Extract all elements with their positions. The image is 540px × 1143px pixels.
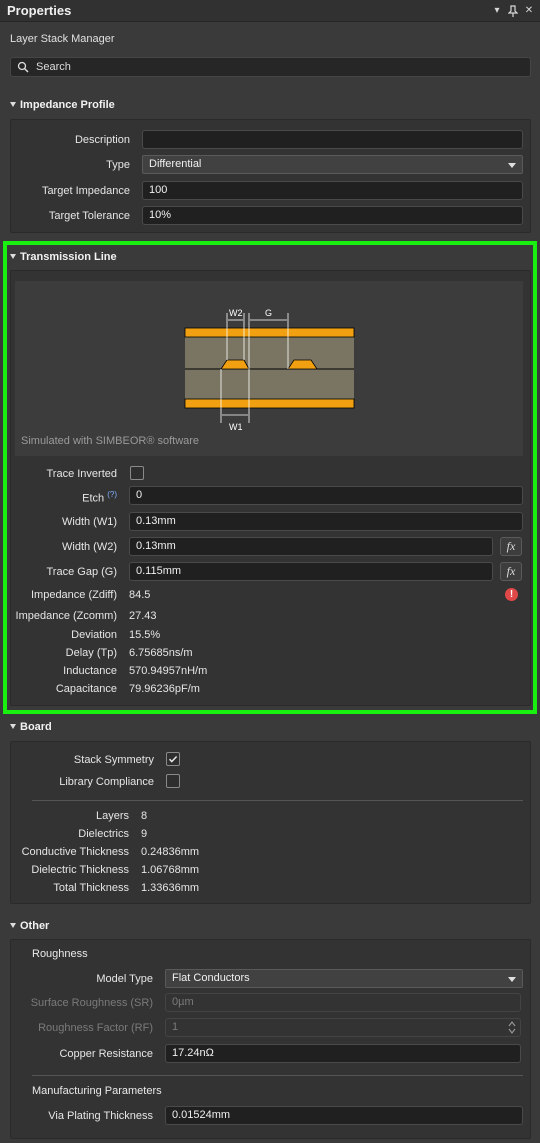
collapse-triangle-icon bbox=[10, 102, 16, 107]
close-icon[interactable]: ✕ bbox=[523, 5, 535, 17]
inductance-label: Inductance bbox=[63, 665, 117, 677]
surface-roughness-label: Surface Roughness (SR) bbox=[30, 997, 153, 1009]
chevron-down-icon bbox=[508, 977, 516, 982]
fx-button[interactable]: fx bbox=[500, 562, 522, 581]
manufacturing-subheader: Manufacturing Parameters bbox=[32, 1085, 162, 1097]
g-label: G bbox=[265, 308, 272, 318]
surface-roughness-field[interactable]: 0µm bbox=[165, 993, 521, 1012]
transmission-line-header[interactable]: Transmission Line bbox=[10, 251, 117, 263]
delay-value: 6.75685ns/m bbox=[129, 647, 193, 659]
description-field[interactable] bbox=[142, 130, 523, 149]
fx-button[interactable]: fx bbox=[500, 537, 522, 556]
type-select-value: Differential bbox=[149, 158, 202, 170]
capacitance-label: Capacitance bbox=[55, 683, 117, 695]
roughness-subheader: Roughness bbox=[32, 948, 88, 960]
roughness-factor-stepper[interactable]: 1 bbox=[165, 1018, 521, 1037]
delay-label: Delay (Tp) bbox=[65, 647, 117, 659]
w1-label: W1 bbox=[229, 422, 243, 432]
dielectrics-label: Dielectrics bbox=[78, 828, 129, 840]
deviation-label: Deviation bbox=[71, 629, 117, 641]
search-placeholder: Search bbox=[36, 61, 71, 73]
width-w1-field[interactable]: 0.13mm bbox=[129, 512, 523, 531]
layers-value: 8 bbox=[141, 810, 148, 822]
copper-resistance-label: Copper Resistance bbox=[59, 1048, 153, 1060]
deviation-value: 15.5% bbox=[129, 629, 161, 641]
help-icon[interactable]: (?) bbox=[107, 490, 117, 499]
dielectrics-value: 9 bbox=[141, 828, 148, 840]
dropdown-icon[interactable]: ▾ bbox=[491, 5, 503, 17]
via-plating-field[interactable]: 0.01524mm bbox=[165, 1106, 523, 1125]
search-icon bbox=[17, 61, 29, 73]
library-compliance-checkbox[interactable] bbox=[166, 774, 180, 788]
stackup-diagram: W2 G W1 Simulated with SIMBEOR® software bbox=[15, 281, 523, 456]
divider bbox=[32, 1075, 523, 1076]
width-w2-label: Width (W2) bbox=[62, 541, 117, 553]
conductive-thickness-value: 0.24836mm bbox=[141, 846, 200, 858]
width-w2-field[interactable]: 0.13mm bbox=[129, 537, 493, 556]
simbeor-caption: Simulated with SIMBEOR® software bbox=[21, 435, 200, 447]
collapse-triangle-icon bbox=[10, 254, 16, 259]
divider bbox=[32, 800, 523, 801]
target-tolerance-label: Target Tolerance bbox=[48, 210, 130, 222]
trace-inverted-label: Trace Inverted bbox=[46, 468, 117, 480]
other-title: Other bbox=[20, 920, 50, 932]
stepper-arrows-icon[interactable] bbox=[508, 1020, 516, 1035]
checkmark-icon bbox=[168, 755, 178, 763]
warning-icon[interactable]: ! bbox=[505, 588, 518, 601]
total-thickness-value: 1.33636mm bbox=[141, 882, 200, 894]
trace-gap-field[interactable]: 0.115mm bbox=[129, 562, 493, 581]
width-w1-label: Width (W1) bbox=[62, 516, 117, 528]
roughness-factor-label: Roughness Factor (RF) bbox=[38, 1022, 153, 1034]
w2-label: W2 bbox=[229, 308, 243, 318]
stack-symmetry-checkbox[interactable] bbox=[166, 752, 180, 766]
dielectric-thickness-label: Dielectric Thickness bbox=[31, 864, 129, 876]
document-name: Layer Stack Manager bbox=[10, 33, 115, 45]
search-input[interactable]: Search bbox=[10, 57, 531, 77]
zdiff-label: Impedance (Zdiff) bbox=[30, 589, 117, 601]
etch-label-text: Etch bbox=[82, 492, 105, 505]
stackup-diagram-svg: W2 G W1 bbox=[184, 308, 355, 432]
etch-label: Etch (?) bbox=[10, 490, 117, 505]
zcomm-label: Impedance (Zcomm) bbox=[15, 610, 117, 622]
other-header[interactable]: Other bbox=[10, 920, 49, 932]
target-impedance-label: Target Impedance bbox=[41, 185, 130, 197]
total-thickness-label: Total Thickness bbox=[53, 882, 129, 894]
zdiff-value: 84.5 bbox=[129, 589, 151, 601]
stack-symmetry-label: Stack Symmetry bbox=[73, 754, 154, 766]
via-plating-label: Via Plating Thickness bbox=[48, 1110, 153, 1122]
target-impedance-field[interactable]: 100 bbox=[142, 181, 523, 200]
model-type-label: Model Type bbox=[96, 973, 153, 985]
target-tolerance-field[interactable]: 10% bbox=[142, 206, 523, 225]
collapse-triangle-icon bbox=[10, 724, 16, 729]
trace-gap-label: Trace Gap (G) bbox=[46, 566, 118, 578]
layers-label: Layers bbox=[95, 810, 129, 822]
copper-resistance-field[interactable]: 17.24nΩ bbox=[165, 1044, 521, 1063]
roughness-factor-value: 1 bbox=[172, 1021, 179, 1033]
dielectric-thickness-value: 1.06768mm bbox=[141, 864, 200, 876]
transmission-line-title: Transmission Line bbox=[20, 251, 117, 263]
board-header[interactable]: Board bbox=[10, 721, 52, 733]
model-type-value: Flat Conductors bbox=[172, 972, 250, 984]
type-select[interactable]: Differential bbox=[142, 155, 523, 174]
conductive-thickness-label: Conductive Thickness bbox=[21, 846, 129, 858]
board-title: Board bbox=[20, 721, 52, 733]
etch-field[interactable]: 0 bbox=[129, 486, 523, 505]
impedance-profile-header[interactable]: Impedance Profile bbox=[10, 99, 115, 111]
library-compliance-label: Library Compliance bbox=[59, 776, 154, 788]
collapse-triangle-icon bbox=[10, 923, 16, 928]
panel-title: Properties bbox=[7, 3, 72, 18]
panel-titlebar: Properties ▾ ✕ bbox=[0, 0, 540, 22]
inductance-value: 570.94957nH/m bbox=[129, 665, 208, 677]
chevron-down-icon bbox=[508, 163, 516, 168]
type-label: Type bbox=[106, 159, 130, 171]
zcomm-value: 27.43 bbox=[129, 610, 157, 622]
model-type-select[interactable]: Flat Conductors bbox=[165, 969, 523, 988]
trace-inverted-checkbox[interactable] bbox=[130, 466, 144, 480]
impedance-profile-title: Impedance Profile bbox=[20, 99, 115, 111]
pin-icon[interactable] bbox=[507, 5, 519, 17]
description-label: Description bbox=[74, 134, 130, 146]
capacitance-value: 79.96236pF/m bbox=[129, 683, 200, 695]
